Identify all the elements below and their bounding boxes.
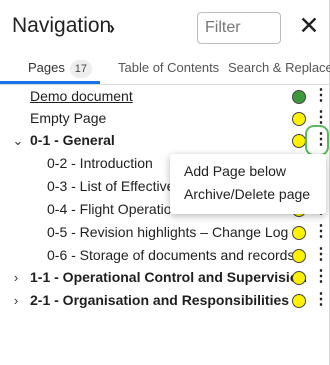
tree-item-label: Empty Page	[30, 110, 107, 126]
more-options-icon[interactable]: ⋮	[313, 267, 329, 288]
tree-item-label: 0-2 - Introduction	[47, 155, 153, 171]
collapse-chevron-icon[interactable]: ⌄	[12, 129, 24, 152]
more-options-icon[interactable]: ⋮	[313, 86, 329, 107]
tree-row[interactable]: ⌄ 0-1 - General ⋮	[0, 125, 330, 156]
expand-chevron-icon[interactable]: ›	[10, 289, 22, 312]
tab-table-of-contents[interactable]: Table of Contents	[118, 60, 219, 75]
tree-item-label: 0-6 - Storage of documents and records	[47, 247, 295, 263]
expand-chevron-icon[interactable]: ›	[10, 266, 22, 289]
page-context-menu: Add Page below Archive/Delete page	[170, 154, 326, 214]
tree-row[interactable]: › 1-1 - Operational Control and Supervis…	[0, 266, 330, 289]
tree-item-label[interactable]: Demo document	[30, 85, 133, 108]
filter-input[interactable]	[197, 12, 281, 44]
tree-item-label: 2-1 - Organisation and Responsibilities	[30, 292, 290, 308]
status-yellow-icon	[292, 112, 306, 126]
more-options-icon[interactable]: ⋮	[313, 130, 329, 151]
tab-pages-label: Pages	[28, 60, 65, 75]
tree-row[interactable]: Empty Page ⋮	[0, 107, 330, 130]
panel-header: Navigation › ✕	[0, 0, 330, 50]
panel-title: Navigation	[12, 14, 112, 37]
status-yellow-icon	[292, 271, 306, 285]
status-yellow-icon	[292, 249, 306, 263]
tree-row[interactable]: 0-6 - Storage of documents and records ⋮	[0, 244, 330, 267]
add-page-below-menu-item[interactable]: Add Page below	[184, 163, 286, 179]
navigation-panel: Navigation › ✕ Pages 17 Table of Contents…	[0, 0, 330, 365]
more-options-icon[interactable]: ⋮	[313, 222, 329, 243]
status-yellow-icon	[292, 294, 306, 308]
tree-item-label: 1-1 - Operational Control and Supervisio…	[30, 269, 307, 285]
tab-pages[interactable]: Pages 17	[28, 60, 92, 78]
archive-delete-page-menu-item[interactable]: Archive/Delete page	[184, 186, 310, 202]
title-chevron-icon[interactable]: ›	[109, 18, 115, 39]
tree-row[interactable]: Demo document ⋮	[0, 85, 330, 108]
tab-bar: Pages 17 Table of Contents Search & Repla…	[0, 55, 330, 85]
active-tab-indicator	[0, 81, 100, 84]
tree-item-label: 0-1 - General	[30, 132, 115, 148]
tree-item-label: 0-5 - Revision highlights – Change Log	[47, 224, 289, 240]
more-options-icon[interactable]: ⋮	[313, 290, 329, 311]
status-yellow-icon	[292, 226, 306, 240]
status-yellow-icon	[292, 134, 306, 148]
more-options-icon[interactable]: ⋮	[313, 245, 329, 266]
status-green-icon	[292, 90, 306, 104]
tree-row[interactable]: 0-5 - Revision highlights – Change Log ⋮	[0, 221, 330, 244]
pages-count-badge: 17	[69, 60, 92, 78]
close-icon[interactable]: ✕	[297, 14, 321, 39]
tab-search-replace[interactable]: Search & Replace	[228, 60, 330, 75]
tree-row[interactable]: › 2-1 - Organisation and Responsibilitie…	[0, 289, 330, 312]
